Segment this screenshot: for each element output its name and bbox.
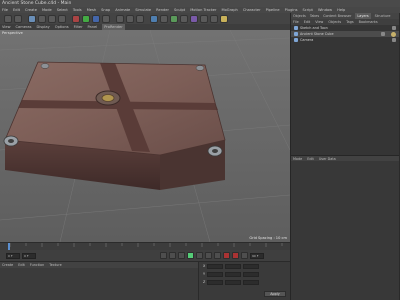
viewport-scene	[0, 30, 290, 242]
position-z-field[interactable]	[207, 279, 224, 285]
scale-icon[interactable]	[48, 14, 56, 23]
coord-row-y: Y	[199, 270, 290, 278]
object-name: Sketch and Toon	[300, 26, 328, 30]
material-tag-icon[interactable]	[391, 31, 396, 37]
render-settings-icon[interactable]	[136, 14, 144, 23]
coord-row-z: Z	[199, 278, 290, 286]
start-frame-field[interactable]: 0 F	[22, 252, 36, 259]
transport-bar: 0 F 0 F 90 F	[0, 250, 290, 261]
material-menu: Create Edit Function Texture	[0, 262, 198, 268]
object-list: Sketch and Toon Ancient Stone Cube Camer…	[291, 25, 400, 155]
end-frame-field[interactable]: 90 F	[250, 252, 264, 259]
next-key-icon[interactable]	[205, 252, 212, 259]
size-z-field[interactable]	[225, 279, 242, 285]
viewport-label: Perspective	[2, 31, 23, 35]
rotate-icon[interactable]	[58, 14, 66, 23]
attributes-panel	[291, 161, 400, 300]
render-view-icon[interactable]	[116, 14, 124, 23]
stone-cube-model	[3, 61, 226, 190]
keyframe-selection-icon[interactable]	[241, 252, 248, 259]
coord-axis-label: X	[203, 264, 206, 268]
apply-button[interactable]: Apply	[264, 291, 286, 297]
coord-row-x: X	[199, 262, 290, 270]
material-menu-texture[interactable]: Texture	[49, 262, 61, 268]
floor-icon[interactable]	[200, 14, 208, 23]
deformer-icon[interactable]	[190, 14, 198, 23]
go-to-end-icon[interactable]	[214, 252, 221, 259]
object-name: Camera	[300, 38, 314, 42]
cube-icon[interactable]	[150, 14, 158, 23]
rotation-p-field[interactable]	[243, 271, 260, 277]
previous-key-icon[interactable]	[169, 252, 176, 259]
size-x-field[interactable]	[225, 263, 242, 269]
sketch-toon-icon	[294, 26, 298, 30]
redo-icon[interactable]	[14, 14, 22, 23]
play-icon[interactable]	[187, 252, 194, 259]
object-row[interactable]: Camera	[291, 37, 400, 43]
attributes-menu-edit[interactable]: Edit	[307, 156, 314, 161]
window-title: Ancient Stone Cube.c4d - Main	[0, 0, 400, 7]
move-icon[interactable]	[38, 14, 46, 23]
coordinates-manager: X Y Z Apply	[198, 261, 290, 300]
z-axis-icon[interactable]	[92, 14, 100, 23]
next-frame-icon[interactable]	[196, 252, 203, 259]
undo-icon[interactable]	[4, 14, 12, 23]
grid-spacing-info: Grid Spacing : 10 cm	[249, 236, 287, 240]
array-icon[interactable]	[180, 14, 188, 23]
visibility-toggle-icon[interactable]	[392, 26, 396, 30]
object-manager-panel: Objects Takes Content Browser Layers Str…	[290, 13, 400, 300]
position-x-field[interactable]	[207, 263, 224, 269]
y-axis-icon[interactable]	[82, 14, 90, 23]
previous-frame-icon[interactable]	[178, 252, 185, 259]
autokey-icon[interactable]	[232, 252, 239, 259]
pen-icon[interactable]	[160, 14, 168, 23]
render-picture-viewer-icon[interactable]	[126, 14, 134, 23]
go-to-start-icon[interactable]	[160, 252, 167, 259]
camera-icon[interactable]	[210, 14, 218, 23]
material-menu-create[interactable]: Create	[2, 262, 13, 268]
coordinate-system-icon[interactable]	[102, 14, 110, 23]
light-icon[interactable]	[220, 14, 228, 23]
material-manager: Create Edit Function Texture	[0, 261, 198, 300]
attributes-menu-user-data[interactable]: User Data	[319, 156, 336, 161]
camera-object-icon	[294, 38, 298, 42]
x-axis-icon[interactable]	[72, 14, 80, 23]
coord-axis-label: Y	[203, 272, 206, 276]
material-menu-edit[interactable]: Edit	[18, 262, 25, 268]
size-y-field[interactable]	[225, 271, 242, 277]
visibility-toggle-icon[interactable]	[381, 32, 385, 36]
timeline-ruler[interactable]	[0, 242, 290, 251]
viewport-3d[interactable]: Perspective Grid Spacing : 10 cm	[0, 30, 290, 242]
material-menu-function[interactable]: Function	[30, 262, 44, 268]
coord-axis-label: Z	[203, 280, 206, 284]
live-selection-icon[interactable]	[28, 14, 36, 23]
subdivision-icon[interactable]	[170, 14, 178, 23]
attributes-menu-mode[interactable]: Mode	[293, 156, 302, 161]
position-y-field[interactable]	[207, 271, 224, 277]
current-frame-field[interactable]: 0 F	[6, 252, 20, 259]
visibility-toggle-icon[interactable]	[392, 38, 396, 42]
rotation-b-field[interactable]	[243, 279, 260, 285]
main-toolbar	[0, 13, 290, 24]
object-name: Ancient Stone Cube	[300, 32, 334, 36]
record-icon[interactable]	[223, 252, 230, 259]
rotation-h-field[interactable]	[243, 263, 260, 269]
polygon-object-icon	[294, 32, 298, 36]
